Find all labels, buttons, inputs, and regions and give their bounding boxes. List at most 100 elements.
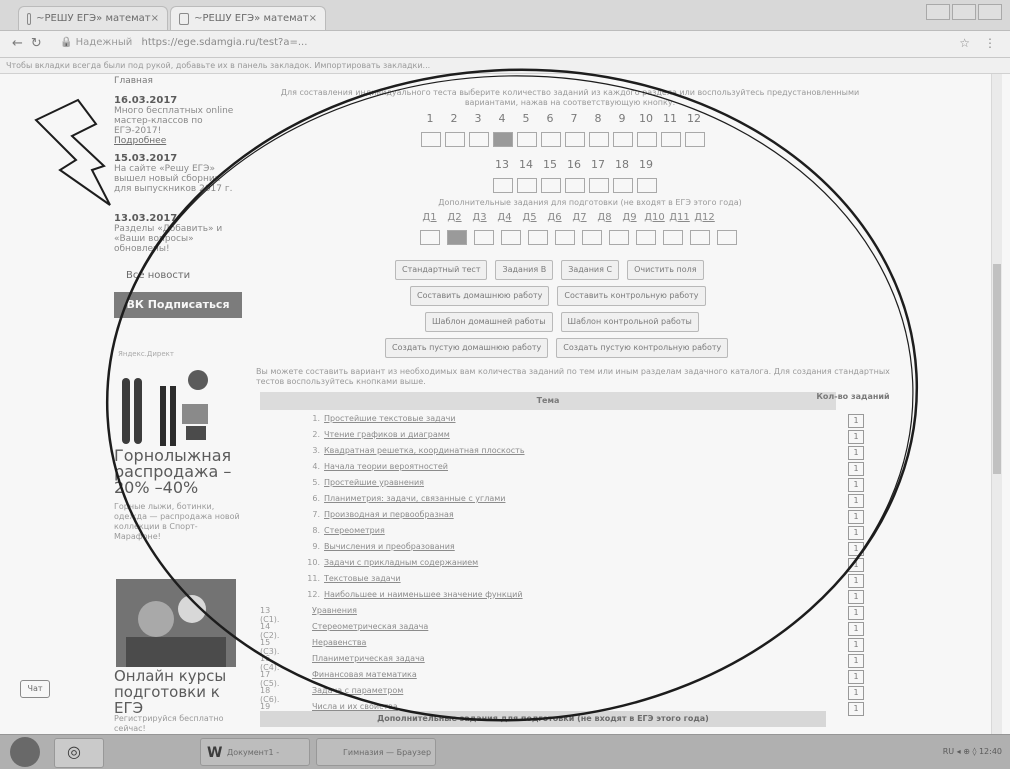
topic-count-input[interactable]: 1	[848, 622, 864, 636]
vk-subscribe-button[interactable]: ВК Подписаться	[114, 292, 242, 318]
extra-task-number[interactable]: Д12	[693, 212, 716, 223]
task-count-input[interactable]	[565, 132, 585, 147]
extra-task-input[interactable]	[420, 230, 440, 245]
topic-count-input[interactable]: 1	[848, 638, 864, 652]
back-arrow-icon[interactable]: ←	[12, 36, 31, 51]
task-count-input[interactable]	[589, 132, 609, 147]
extra-task-input[interactable]	[663, 230, 683, 245]
page-scrollbar[interactable]	[991, 74, 1002, 734]
extra-task-number[interactable]: Д9	[618, 212, 641, 223]
task-count-input[interactable]	[493, 178, 513, 193]
extra-task-number[interactable]: Д7	[568, 212, 591, 223]
chrome-taskbar-icon[interactable]: ◎	[54, 738, 104, 768]
extra-task-input[interactable]	[555, 230, 575, 245]
task-count-input[interactable]	[493, 132, 513, 147]
bookmark-star-icon[interactable]: ☆	[959, 36, 970, 50]
extra-task-number[interactable]: Д4	[493, 212, 516, 223]
topic-count-input[interactable]: 1	[848, 510, 864, 524]
topic-link[interactable]: Финансовая математика	[312, 670, 417, 679]
topic-count-input[interactable]: 1	[848, 494, 864, 508]
url-field[interactable]: 🔒 Надежный https://ege.sdamgia.ru/test?a…	[60, 35, 940, 51]
tab-close-icon[interactable]: ×	[151, 13, 159, 24]
browser-tab-1[interactable]: ~РЕШУ ЕГЭ» математ ×	[18, 6, 168, 30]
topic-count-input[interactable]: 1	[848, 654, 864, 668]
start-button[interactable]	[10, 737, 40, 767]
scrollbar-thumb[interactable]	[993, 264, 1001, 474]
topic-count-input[interactable]: 1	[848, 702, 864, 716]
topic-link[interactable]: Стереометрия	[324, 526, 385, 535]
task-count-input[interactable]	[517, 178, 537, 193]
task-count-input[interactable]	[685, 132, 705, 147]
topic-link[interactable]: Неравенства	[312, 638, 366, 647]
task-count-input[interactable]	[661, 132, 681, 147]
course-ad-image[interactable]	[116, 579, 236, 667]
all-news-link[interactable]: Все новости	[126, 270, 190, 281]
sidebar-top-link[interactable]: Главная	[114, 76, 238, 86]
task-count-input[interactable]	[589, 178, 609, 193]
task-count-input[interactable]	[613, 178, 633, 193]
empty-homework-button[interactable]: Создать пустую домашнюю работу	[385, 338, 549, 358]
task-count-input[interactable]	[541, 178, 561, 193]
course-ad-title[interactable]: Онлайн курсы подготовки к ЕГЭ	[114, 668, 244, 716]
task-count-input[interactable]	[421, 132, 441, 147]
extra-task-input[interactable]	[528, 230, 548, 245]
extra-task-number[interactable]: Д11	[668, 212, 691, 223]
topic-count-input[interactable]: 1	[848, 526, 864, 540]
topic-count-input[interactable]: 1	[848, 478, 864, 492]
extra-task-input[interactable]	[690, 230, 710, 245]
reload-icon[interactable]: ↻	[31, 36, 50, 51]
topic-count-input[interactable]: 1	[848, 670, 864, 684]
make-control-button[interactable]: Составить контрольную работу	[557, 286, 706, 306]
empty-control-button[interactable]: Создать пустую контрольную работу	[556, 338, 729, 358]
part-b-button[interactable]: Задания B	[495, 260, 554, 280]
task-count-input[interactable]	[469, 132, 489, 147]
task-count-input[interactable]	[517, 132, 537, 147]
topic-count-input[interactable]: 1	[848, 446, 864, 460]
topic-link[interactable]: Производная и первообразная	[324, 510, 454, 519]
close-window-button[interactable]	[978, 4, 1002, 20]
task-count-input[interactable]	[541, 132, 561, 147]
topic-link[interactable]: Простейшие уравнения	[324, 478, 424, 487]
maximize-button[interactable]	[952, 4, 976, 20]
extra-task-input[interactable]	[447, 230, 467, 245]
extra-task-number[interactable]: Д6	[543, 212, 566, 223]
standard-test-button[interactable]: Стандартный тест	[395, 260, 488, 280]
word-task-button[interactable]: W Документ1 - Microsoft Word	[200, 738, 310, 766]
part-c-button[interactable]: Задания C	[561, 260, 620, 280]
extra-task-number[interactable]: Д3	[468, 212, 491, 223]
browser-menu-icon[interactable]: ⋮	[984, 36, 996, 50]
topic-link[interactable]: Планиметрическая задача	[312, 654, 425, 663]
topic-count-input[interactable]: 1	[848, 462, 864, 476]
tab-close-icon[interactable]: ×	[309, 13, 317, 24]
topic-link[interactable]: Задача с параметром	[312, 686, 403, 695]
topic-link[interactable]: Планиметрия: задачи, связанные с углами	[324, 494, 505, 503]
task-count-input[interactable]	[637, 178, 657, 193]
task-count-input[interactable]	[637, 132, 657, 147]
ski-ad-image[interactable]	[116, 364, 216, 448]
topic-count-input[interactable]: 1	[848, 542, 864, 556]
topic-link[interactable]: Чтение графиков и диаграмм	[324, 430, 450, 439]
topic-link[interactable]: Текстовые задачи	[324, 574, 401, 583]
browser-tab-2[interactable]: ~РЕШУ ЕГЭ» математ ×	[170, 6, 326, 30]
extra-task-input[interactable]	[609, 230, 629, 245]
extra-task-number[interactable]: Д2	[443, 212, 466, 223]
clear-fields-button[interactable]: Очистить поля	[627, 260, 704, 280]
topic-link[interactable]: Квадратная решетка, координатная плоскос…	[324, 446, 525, 455]
topic-count-input[interactable]: 1	[848, 574, 864, 588]
task-count-input[interactable]	[613, 132, 633, 147]
task-count-input[interactable]	[445, 132, 465, 147]
topic-link[interactable]: Начала теории вероятностей	[324, 462, 448, 471]
extra-task-number[interactable]: Д1	[418, 212, 441, 223]
browser-task-button[interactable]: Гимназия — Браузер	[316, 738, 436, 766]
topic-link[interactable]: Наибольшее и наименьшее значение функций	[324, 590, 523, 599]
extra-task-input[interactable]	[582, 230, 602, 245]
topic-count-input[interactable]: 1	[848, 590, 864, 604]
news-link[interactable]: Подробнее	[114, 136, 238, 146]
extra-task-input[interactable]	[636, 230, 656, 245]
topic-count-input[interactable]: 1	[848, 686, 864, 700]
extra-task-number[interactable]: Д5	[518, 212, 541, 223]
chat-button[interactable]: Чат	[20, 680, 50, 698]
task-count-input[interactable]	[565, 178, 585, 193]
topic-count-input[interactable]: 1	[848, 430, 864, 444]
topic-link[interactable]: Уравнения	[312, 606, 357, 615]
